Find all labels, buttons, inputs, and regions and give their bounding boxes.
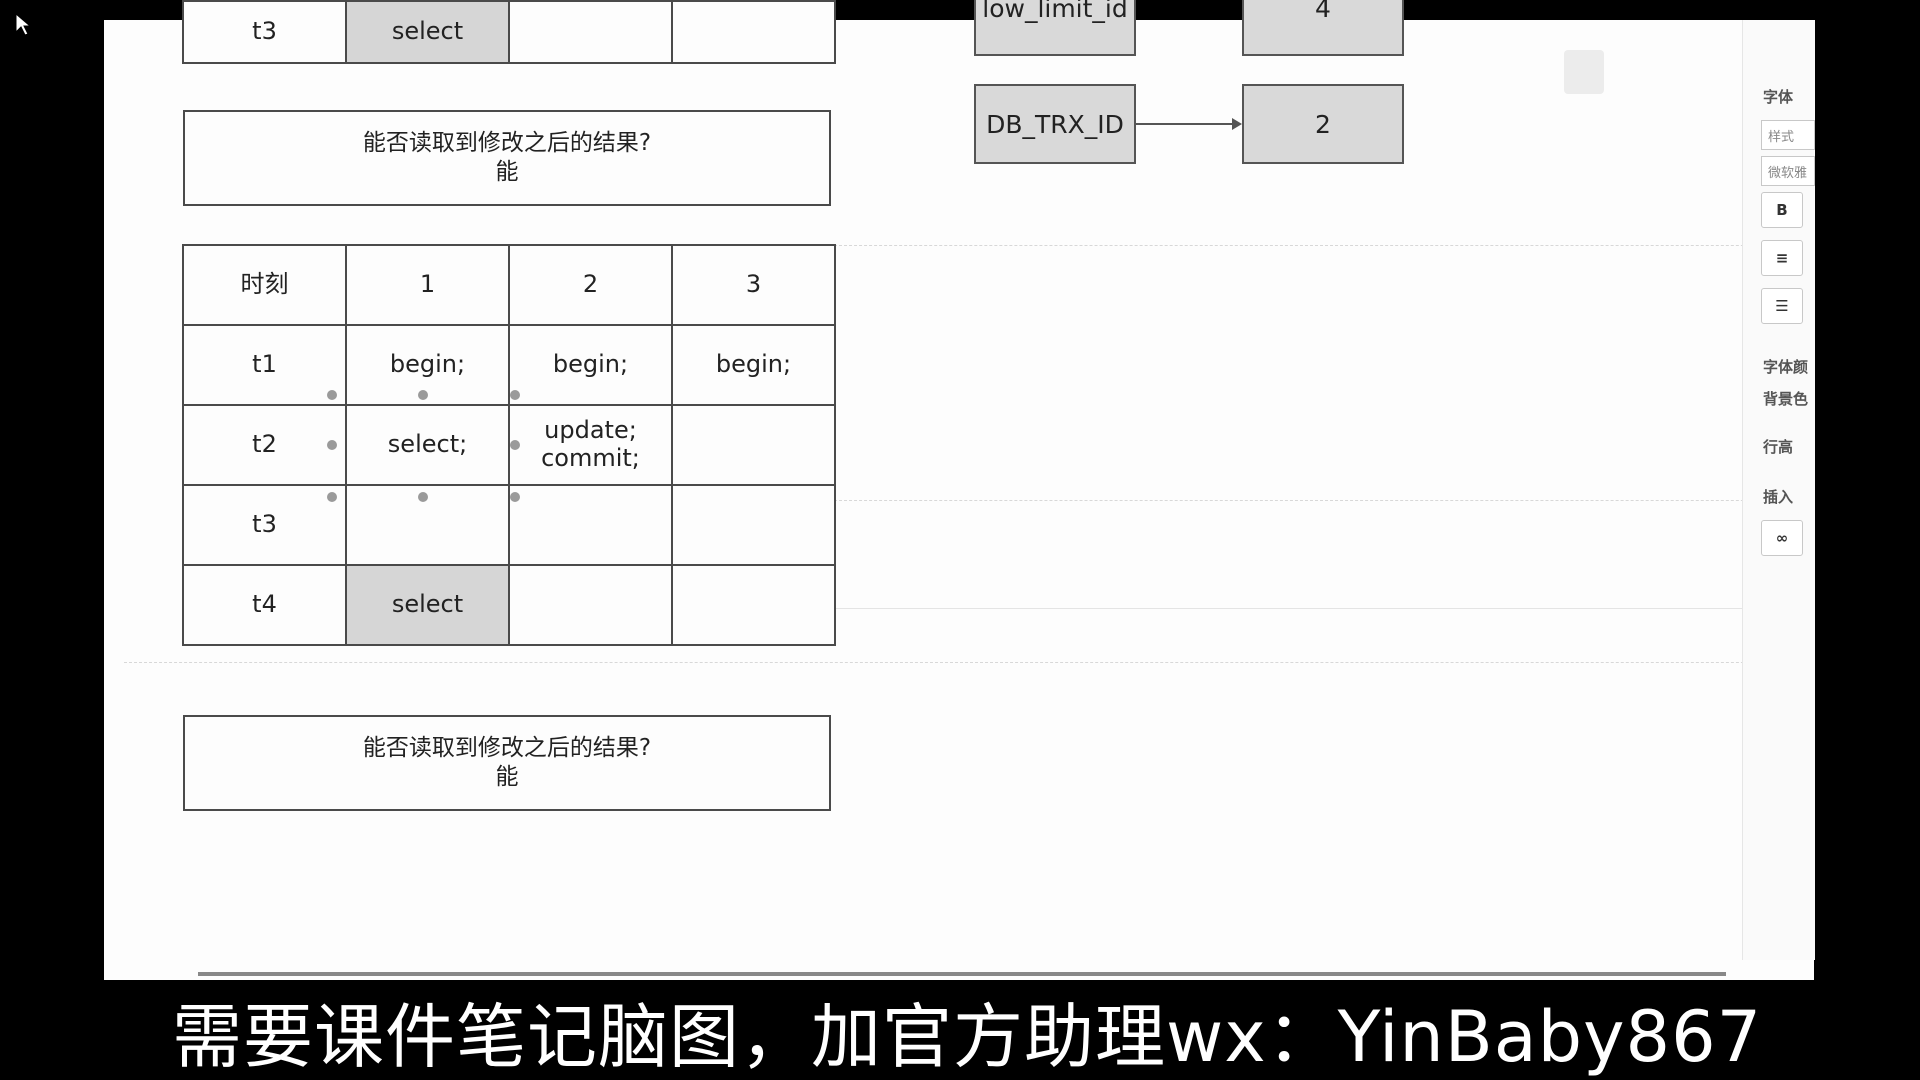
style-select[interactable]: 样式 <box>1761 120 1815 150</box>
resize-handle[interactable] <box>418 390 428 400</box>
resize-handle[interactable] <box>418 492 428 502</box>
transaction-table[interactable]: 时刻 1 2 3 t1 begin; begin; begin; t2 sele… <box>182 244 836 646</box>
insert-link-button[interactable]: ∞ <box>1761 520 1803 556</box>
table-cell[interactable]: begin; <box>671 324 836 406</box>
table-cell[interactable] <box>671 484 836 566</box>
list-button[interactable]: ☰ <box>1761 288 1803 324</box>
table-row: t4 select <box>182 564 836 646</box>
watermark-logo-icon <box>1564 50 1604 94</box>
select-cell[interactable]: select <box>345 0 510 64</box>
table-cell[interactable] <box>671 564 836 646</box>
table-row: t2 select; update; commit; <box>182 404 836 486</box>
empty-cell[interactable] <box>508 0 673 64</box>
font-color-label: 字体颜 <box>1763 358 1809 376</box>
arrow-connector[interactable] <box>1136 116 1244 132</box>
subtitle-caption: 需要课件笔记脑图，加官方助理wx：YinBaby867 <box>172 994 1763 1080</box>
empty-cell[interactable] <box>671 0 836 64</box>
question-text: 能否读取到修改之后的结果? <box>362 130 652 157</box>
top-partial-table[interactable]: t3 select <box>182 0 836 64</box>
table-cell[interactable] <box>508 564 673 646</box>
page-guide <box>834 500 1814 501</box>
table-cell[interactable]: begin; <box>508 324 673 406</box>
header-cell[interactable]: 2 <box>508 244 673 326</box>
line-height-label: 行高 <box>1763 438 1794 456</box>
question-box-bottom[interactable]: 能否读取到修改之后的结果? 能 <box>183 715 831 811</box>
resize-handle[interactable] <box>510 390 520 400</box>
page-guide <box>124 662 1814 663</box>
table-cell[interactable] <box>508 484 673 566</box>
page-guide <box>834 608 1814 609</box>
table-header-row: 时刻 1 2 3 <box>182 244 836 326</box>
answer-text: 能 <box>495 159 519 185</box>
table-cell[interactable]: update; commit; <box>508 404 673 486</box>
trx-value-node[interactable]: 2 <box>1242 84 1404 164</box>
header-cell[interactable]: 1 <box>345 244 510 326</box>
select-cell[interactable]: select <box>345 564 510 646</box>
answer-text: 能 <box>495 764 519 790</box>
style-side-panel: 字体 样式 微软雅 B ≡ ☰ 字体颜 背景色 行高 插入 ∞ <box>1742 20 1815 960</box>
low-limit-id-node[interactable]: low_limit_id <box>974 0 1136 56</box>
link-icon: ∞ <box>1775 529 1789 547</box>
time-cell[interactable]: t3 <box>182 484 347 566</box>
bold-button[interactable]: B <box>1761 192 1803 228</box>
page-guide <box>834 245 1814 246</box>
time-cell[interactable]: t1 <box>182 324 347 406</box>
question-text: 能否读取到修改之后的结果? <box>362 735 652 762</box>
mouse-cursor-icon <box>15 12 32 36</box>
resize-handle[interactable] <box>327 440 337 450</box>
diagram-canvas[interactable]: t3 select 能否读取到修改之后的结果? 能 时刻 1 2 3 t1 be… <box>104 0 1814 980</box>
insert-label: 插入 <box>1763 488 1794 506</box>
resize-handle[interactable] <box>510 440 520 450</box>
question-box-top[interactable]: 能否读取到修改之后的结果? 能 <box>183 110 831 206</box>
table-cell[interactable]: select; <box>345 404 510 486</box>
time-cell[interactable]: t4 <box>182 564 347 646</box>
align-icon: ≡ <box>1775 249 1789 267</box>
header-cell[interactable]: 3 <box>671 244 836 326</box>
header-cell[interactable]: 时刻 <box>182 244 347 326</box>
table-row: t3 <box>182 484 836 566</box>
time-cell[interactable]: t2 <box>182 404 347 486</box>
align-button[interactable]: ≡ <box>1761 240 1803 276</box>
font-select[interactable]: 微软雅 <box>1761 156 1815 186</box>
table-row: t1 begin; begin; begin; <box>182 324 836 406</box>
table-cell[interactable] <box>671 404 836 486</box>
video-progress-bar[interactable] <box>198 972 1726 976</box>
list-icon: ☰ <box>1775 297 1789 315</box>
resize-handle[interactable] <box>510 492 520 502</box>
db-trx-id-node[interactable]: DB_TRX_ID <box>974 84 1136 164</box>
time-cell[interactable]: t3 <box>182 0 347 64</box>
resize-handle[interactable] <box>327 492 337 502</box>
low-limit-value-node[interactable]: 4 <box>1242 0 1404 56</box>
bg-color-label: 背景色 <box>1763 390 1809 408</box>
resize-handle[interactable] <box>327 390 337 400</box>
font-section-label: 字体 <box>1763 88 1794 106</box>
